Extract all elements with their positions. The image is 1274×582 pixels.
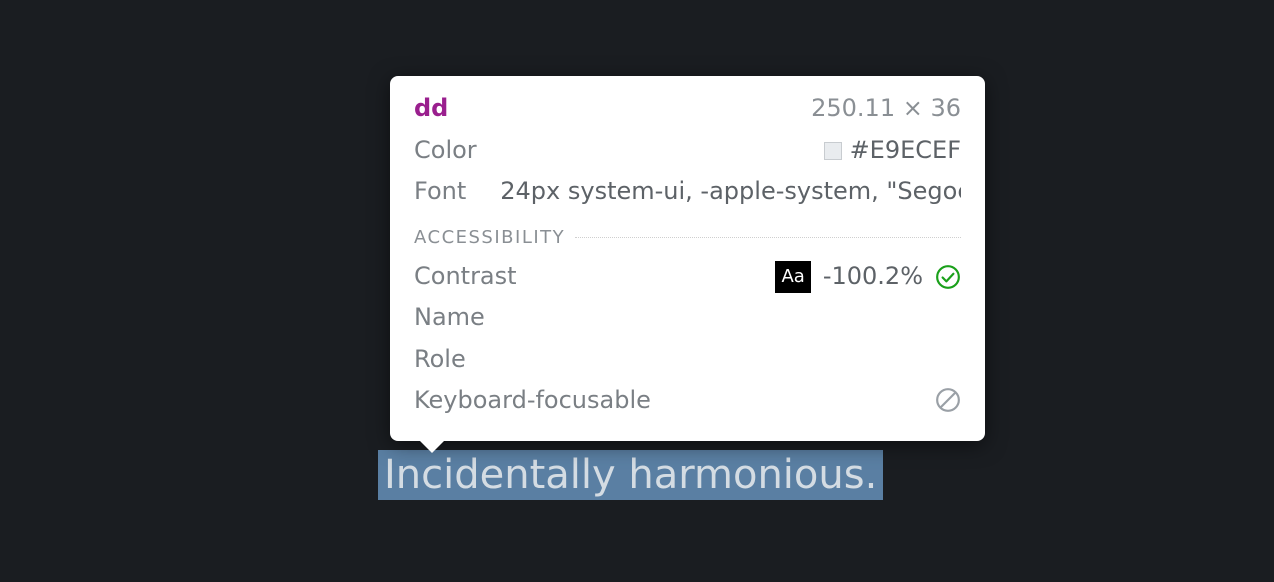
keyboard-focusable-value: [935, 387, 961, 413]
keyboard-focusable-label: Keyboard-focusable: [414, 382, 651, 419]
section-divider-line: [575, 237, 961, 238]
name-label: Name: [414, 299, 485, 336]
contrast-percentage: -100.2%: [823, 258, 923, 295]
accessibility-section-header: ACCESSIBILITY: [414, 227, 961, 248]
element-dimensions: 250.11 × 36: [811, 94, 961, 122]
role-row: Role: [414, 341, 961, 378]
color-label: Color: [414, 132, 477, 169]
element-tag-name: dd: [414, 94, 448, 122]
inspected-element-highlight: Incidentally harmonious.: [378, 450, 883, 500]
keyboard-focusable-row: Keyboard-focusable: [414, 382, 961, 419]
contrast-label: Contrast: [414, 258, 517, 295]
color-value-group: #E9ECEF: [824, 132, 961, 169]
contrast-row: Contrast Aa -100.2%: [414, 258, 961, 295]
role-label: Role: [414, 341, 466, 378]
color-hex-value: #E9ECEF: [850, 132, 961, 169]
inspector-tooltip: dd 250.11 × 36 Color #E9ECEF Font 24px s…: [390, 76, 985, 441]
font-value: 24px system-ui, -apple-system, "Segoe…: [500, 173, 961, 209]
color-row: Color #E9ECEF: [414, 132, 961, 169]
not-allowed-icon: [935, 387, 961, 413]
contrast-value-group: Aa -100.2%: [775, 258, 961, 295]
name-row: Name: [414, 299, 961, 336]
accessibility-label: ACCESSIBILITY: [414, 227, 565, 248]
contrast-sample-box: Aa: [775, 261, 810, 293]
tooltip-header: dd 250.11 × 36: [414, 94, 961, 122]
highlighted-text-content: Incidentally harmonious.: [384, 452, 877, 498]
tooltip-arrow: [418, 439, 446, 453]
color-swatch-icon: [824, 142, 842, 160]
check-circle-icon: [935, 264, 961, 290]
font-label: Font: [414, 173, 466, 209]
font-row: Font 24px system-ui, -apple-system, "Seg…: [414, 173, 961, 209]
